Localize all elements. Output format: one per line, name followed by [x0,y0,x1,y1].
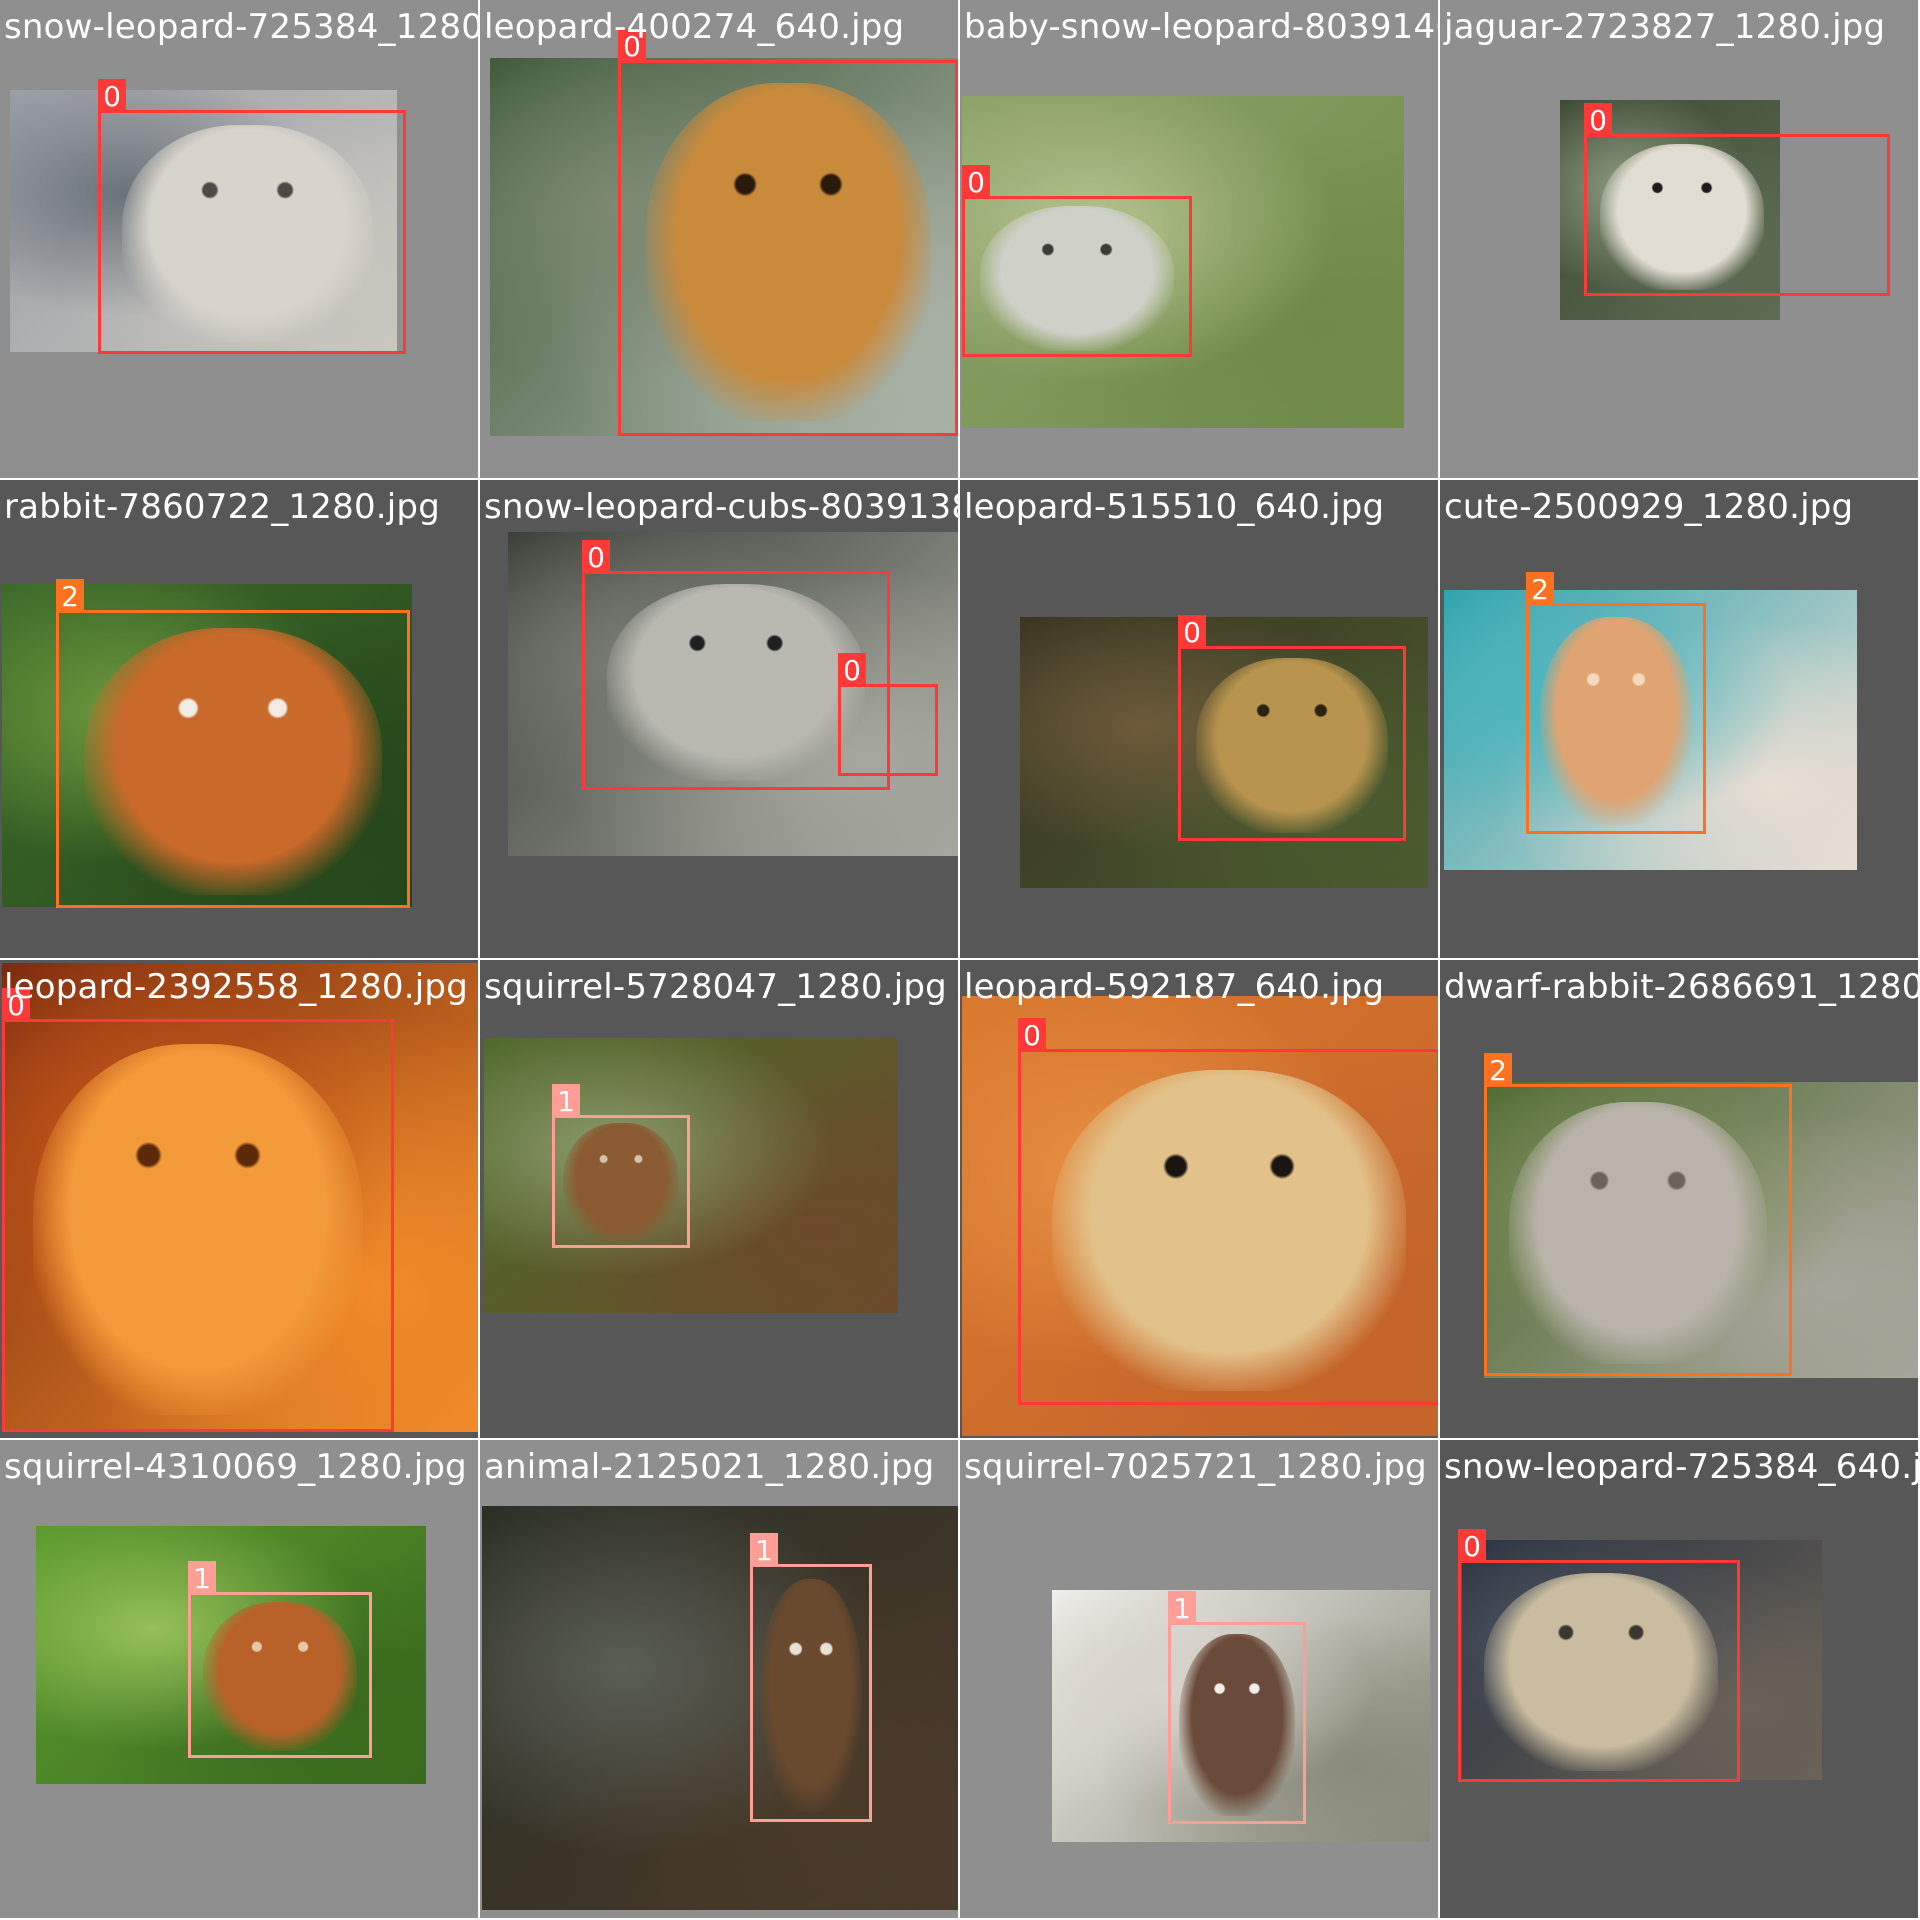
detection-box-class-0: 0 [1458,1529,1740,1782]
grid-divider [0,958,1920,960]
image-filename: snow-leopard-725384_640.jpg [1444,1447,1918,1487]
mosaic-tile: 0 leopard-592187_640.jpg [960,960,1438,1438]
detection-box-class-1: 1 [1168,1591,1306,1824]
mosaic-tile: 2 dwarf-rabbit-2686691_1280.jpg [1440,960,1918,1438]
mosaic-tile: 1 squirrel-7025721_1280.jpg [960,1440,1438,1918]
grid-divider [0,478,1920,480]
mosaic-tile: 0 0 snow-leopard-cubs-8039138_1280.jpg [480,480,958,958]
image-filename: dwarf-rabbit-2686691_1280.jpg [1444,967,1918,1007]
detection-box-class-0: 0 [962,165,1192,357]
grid-divider [1438,0,1440,1920]
image-filename: jaguar-2723827_1280.jpg [1444,7,1886,47]
detection-box-class-2: 2 [56,579,410,908]
class-id-label: 1 [188,1561,216,1595]
detection-box-class-0: 0 [98,79,406,354]
class-id-label: 2 [1526,572,1554,606]
grid-divider [478,0,480,1920]
mosaic-tile: 0 leopard-2392558_1280.jpg [0,960,478,1438]
class-id-label: 0 [1178,615,1206,649]
detection-box-class-0: 0 [1178,615,1406,841]
grid-divider [958,0,960,1920]
mosaic-tile: 0 leopard-515510_640.jpg [960,480,1438,958]
mosaic-tile: 0 leopard-400274_640.jpg [480,0,958,478]
image-filename: squirrel-4310069_1280.jpg [4,1447,467,1487]
grid-divider [0,1438,1920,1440]
detection-box-class-1: 1 [552,1084,690,1248]
detection-box-class-1: 1 [188,1561,372,1758]
photo-scene [482,1506,958,1910]
class-id-label: 0 [582,540,610,574]
class-id-label: 1 [750,1533,778,1567]
class-id-label: 2 [56,579,84,613]
mosaic-tile: 1 animal-2125021_1280.jpg [480,1440,958,1918]
detection-box-class-0: 0 [838,653,938,776]
image-filename: rabbit-7860722_1280.jpg [4,487,440,527]
detection-box-class-0: 0 [2,988,394,1432]
image-filename: snow-leopard-cubs-8039138_1280.jpg [484,487,958,527]
mosaic-tile: 2 rabbit-7860722_1280.jpg [0,480,478,958]
image-filename: squirrel-5728047_1280.jpg [484,967,947,1007]
image-filename: baby-snow-leopard-8039146_1280.jpg [964,7,1438,47]
image-filename: leopard-2392558_1280.jpg [4,967,468,1007]
detection-box-class-0: 0 [1584,103,1890,296]
class-id-label: 1 [552,1084,580,1118]
detection-box-class-1: 1 [750,1533,872,1822]
class-id-label: 1 [1168,1591,1196,1625]
image-filename: animal-2125021_1280.jpg [484,1447,935,1487]
photo-scene [484,1038,898,1313]
class-id-label: 0 [962,165,990,199]
class-id-label: 0 [1584,103,1612,137]
mosaic-tile: 0 snow-leopard-725384_1280.jpg [0,0,478,478]
mosaic-tile: 1 squirrel-5728047_1280.jpg [480,960,958,1438]
image-filename: leopard-515510_640.jpg [964,487,1385,527]
mosaic-tile: 0 baby-snow-leopard-8039146_1280.jpg [960,0,1438,478]
detection-box-class-0: 0 [1018,1018,1438,1405]
image-filename: leopard-400274_640.jpg [484,7,905,47]
detection-box-class-2: 2 [1526,572,1706,834]
mosaic-tile: 0 snow-leopard-725384_640.jpg [1440,1440,1918,1918]
photo-squirrel [484,1038,898,1313]
detection-box-class-2: 2 [1484,1053,1792,1376]
image-filename: squirrel-7025721_1280.jpg [964,1447,1427,1487]
detection-mosaic: 0snow-leopard-725384_1280.jpg0leopard-40… [0,0,1920,1920]
photo-squirrel [482,1506,958,1910]
class-id-label: 0 [838,653,866,687]
class-id-label: 0 [1458,1529,1486,1563]
image-filename: leopard-592187_640.jpg [964,967,1385,1007]
class-id-label: 0 [1018,1018,1046,1052]
mosaic-tile: 0 jaguar-2723827_1280.jpg [1440,0,1918,478]
class-id-label: 2 [1484,1053,1512,1087]
class-id-label: 0 [98,79,126,113]
image-filename: cute-2500929_1280.jpg [1444,487,1854,527]
mosaic-tile: 1 squirrel-4310069_1280.jpg [0,1440,478,1918]
detection-box-class-0: 0 [618,29,958,436]
mosaic-tile: 2 cute-2500929_1280.jpg [1440,480,1918,958]
image-filename: snow-leopard-725384_1280.jpg [4,7,478,47]
